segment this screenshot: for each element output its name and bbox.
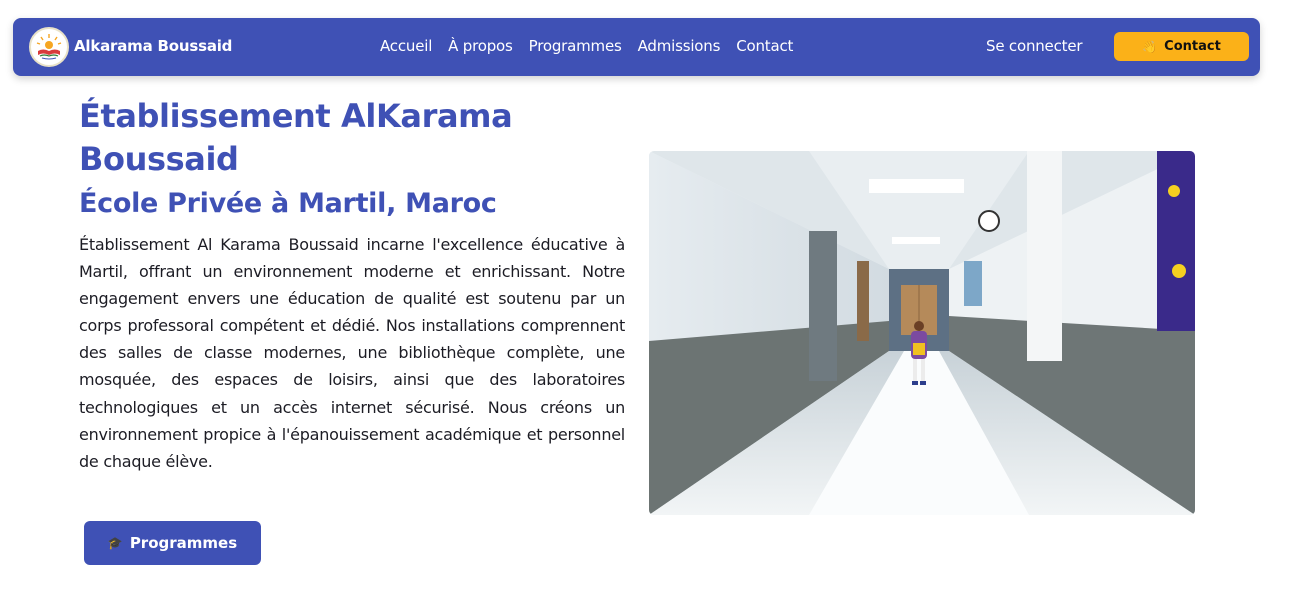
nav-link-contact[interactable]: Contact [736, 37, 793, 55]
top-navbar: Alkarama Boussaid Accueil À propos Progr… [13, 18, 1260, 76]
login-link[interactable]: Se connecter [986, 37, 1083, 55]
nav-link-programmes[interactable]: Programmes [529, 37, 622, 55]
school-description: Établissement Al Karama Boussaid incarne… [79, 235, 625, 471]
graduation-cap-icon: 🎓 [107, 536, 123, 550]
school-hallway-photo [649, 151, 1195, 515]
nav-link-a-propos[interactable]: À propos [448, 37, 513, 55]
hand-wave-icon: 👋 [1142, 39, 1158, 54]
main-nav: Accueil À propos Programmes Admissions C… [380, 37, 809, 55]
contact-button-label: Contact [1164, 39, 1221, 54]
nav-link-accueil[interactable]: Accueil [380, 37, 432, 55]
brand-name[interactable]: Alkarama Boussaid [74, 37, 232, 55]
programmes-button[interactable]: 🎓 Programmes [84, 521, 261, 565]
page-title: Établissement AlKarama Boussaid [79, 97, 513, 178]
programmes-button-label: Programmes [129, 534, 238, 552]
contact-button[interactable]: 👋 Contact [1114, 32, 1249, 61]
nav-link-admissions[interactable]: Admissions [638, 37, 721, 55]
page-subtitle: École Privée à Martil, Maroc [79, 188, 497, 219]
school-logo-icon[interactable] [29, 27, 69, 67]
